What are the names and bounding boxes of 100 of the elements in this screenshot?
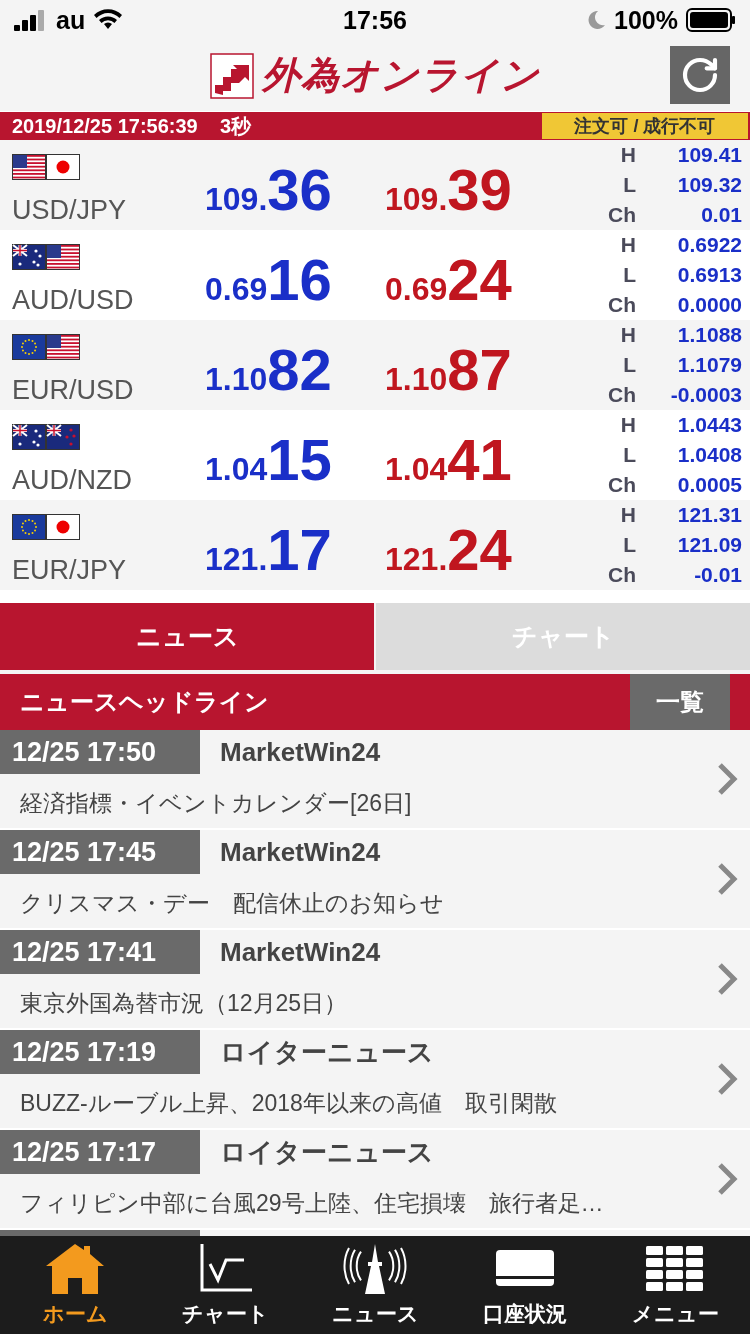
high-value: 109.41: [676, 142, 742, 168]
high-label: H: [619, 322, 636, 348]
news-section-title: ニュースヘッドライン: [20, 687, 269, 717]
ask-price: 109.39: [385, 155, 513, 223]
battery-percent: 100%: [614, 5, 678, 35]
news-source: MarketWin24: [219, 936, 381, 968]
change-label: Ch: [607, 472, 636, 498]
currency-pair: EUR/JPY: [12, 555, 128, 586]
change-label: Ch: [607, 382, 636, 408]
low-value: 0.6913: [676, 262, 742, 288]
high-label: H: [619, 142, 636, 168]
bid-price: 0.6916: [205, 245, 333, 313]
currency-pair: USD/JPY: [12, 195, 128, 226]
refresh-icon: [680, 55, 720, 95]
news-item[interactable]: 12/25 17:45 MarketWin24 クリスマス・デー 配信休止のお知らせ: [0, 830, 750, 930]
list-button[interactable]: 一覧: [630, 674, 730, 730]
low-label: L: [622, 172, 636, 198]
news-item[interactable]: 12/25 17:17 ロイターニュース フィリピン中部に台風29号上陸、住宅損壊 旅行者足…: [0, 1130, 750, 1230]
news-item[interactable]: 12/25 17:41 MarketWin24 東京外国為替市況（12月25日）: [0, 930, 750, 1030]
ask-price: 1.1087: [385, 335, 513, 403]
high-label: H: [619, 502, 636, 528]
flag-icon: [12, 244, 46, 270]
news-source: MarketWin24: [219, 836, 381, 868]
low-value: 121.09: [676, 532, 742, 558]
chevron-right-icon: [716, 961, 738, 997]
nav-tab[interactable]: メニュー: [600, 1236, 750, 1334]
news-time: 12/25 17:19: [0, 1030, 200, 1074]
change-label: Ch: [607, 202, 636, 228]
high-label: H: [619, 412, 636, 438]
news-headline: クリスマス・デー 配信休止のお知らせ: [19, 889, 445, 918]
low-label: L: [622, 532, 636, 558]
nav-tab[interactable]: ホーム: [0, 1236, 150, 1334]
currency-pair: AUD/NZD: [12, 465, 133, 496]
low-label: L: [622, 262, 636, 288]
wifi-icon: [93, 9, 124, 31]
battery-icon: [686, 8, 736, 32]
flag-icon: [12, 424, 46, 450]
bid-price: 1.1082: [205, 335, 333, 403]
flag-icon: [12, 154, 46, 180]
bid-price: 1.0415: [205, 425, 333, 493]
bid-price: 109.36: [205, 155, 333, 223]
chevron-right-icon: [716, 1061, 738, 1097]
news-item[interactable]: 12/25 17:19 ロイターニュース BUZZ-ルーブル上昇、2018年以来の高値 取引閑散: [0, 1030, 750, 1130]
low-label: L: [622, 352, 636, 378]
change-value: -0.01: [693, 562, 742, 588]
flag-icon: [46, 244, 80, 270]
nav-tab[interactable]: チャート: [150, 1236, 300, 1334]
change-value: 0.0005: [676, 472, 742, 498]
flag-icon: [46, 514, 80, 540]
high-value: 1.1088: [676, 322, 742, 348]
tab[interactable]: ニュース: [0, 603, 374, 670]
nav-tab[interactable]: ニュース: [300, 1236, 450, 1334]
change-value: 0.0000: [676, 292, 742, 318]
news-headline: フィリピン中部に台風29号上陸、住宅損壊 旅行者足…: [19, 1189, 605, 1218]
news-source: ロイターニュース: [219, 1135, 434, 1169]
high-value: 121.31: [676, 502, 742, 528]
flag-icon: [12, 514, 46, 540]
chevron-right-icon: [716, 861, 738, 897]
change-value: -0.0003: [669, 382, 742, 408]
clock-time: 17:56: [343, 5, 407, 35]
low-label: L: [622, 442, 636, 468]
rate-row[interactable]: AUD/USD 0.6916 0.6924 H 0.6922 L 0.6913 Ch 0.0000: [0, 230, 750, 320]
news-time: 12/25 17:50: [0, 730, 200, 774]
news-headline: 東京外国為替市況（12月25日）: [19, 989, 349, 1018]
order-status-badge: 注文可 / 成行不可: [542, 113, 748, 139]
high-value: 0.6922: [676, 232, 742, 258]
news-time: 12/25 17:17: [0, 1130, 200, 1174]
rate-row[interactable]: AUD/NZD 1.0415 1.0441 H 1.0443 L 1.0408 Ch 0.0005: [0, 410, 750, 500]
news-headline: 経済指標・イベントカレンダー[26日]: [19, 789, 413, 818]
low-value: 109.32: [676, 172, 742, 198]
currency-pair: EUR/USD: [12, 375, 135, 406]
flag-icon: [46, 334, 80, 360]
moon-icon: [586, 9, 607, 31]
currency-pair: AUD/USD: [12, 285, 135, 316]
change-label: Ch: [607, 292, 636, 318]
flag-icon: [12, 334, 46, 360]
update-time: 2019/12/25 17:56:39 3秒: [11, 113, 252, 139]
low-value: 1.1079: [676, 352, 742, 378]
news-time: 12/25 17:41: [0, 930, 200, 974]
stairs-logo-icon: [210, 52, 254, 99]
change-label: Ch: [607, 562, 636, 588]
chevron-right-icon: [716, 1161, 738, 1197]
refresh-button[interactable]: [670, 46, 730, 104]
chevron-right-icon: [716, 761, 738, 797]
news-item[interactable]: 12/25 17:50 MarketWin24 経済指標・イベントカレンダー[26日]: [0, 730, 750, 830]
flag-icon: [46, 154, 80, 180]
ask-price: 0.6924: [385, 245, 513, 313]
news-source: MarketWin24: [219, 736, 381, 768]
change-value: 0.01: [700, 202, 742, 228]
high-value: 1.0443: [676, 412, 742, 438]
high-label: H: [619, 232, 636, 258]
ask-price: 121.24: [385, 515, 513, 583]
nav-tab[interactable]: 口座状況: [450, 1236, 600, 1334]
low-value: 1.0408: [676, 442, 742, 468]
news-source: ロイターニュース: [219, 1035, 434, 1069]
flag-icon: [46, 424, 80, 450]
news-headline: BUZZ-ルーブル上昇、2018年以来の高値 取引閑散: [19, 1089, 558, 1118]
ask-price: 1.0441: [385, 425, 513, 493]
logo-text: 外為オンライン: [262, 53, 540, 98]
carrier-name: au: [56, 5, 86, 35]
